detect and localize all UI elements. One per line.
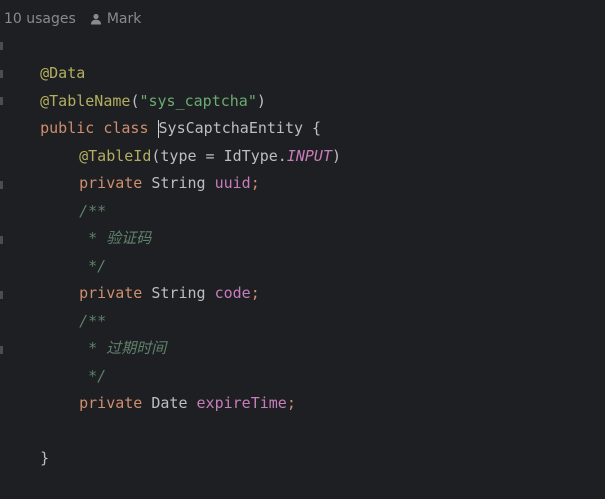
field-expire-time: expireTime (196, 394, 287, 412)
field-code: code (214, 284, 251, 302)
code-line[interactable]: public class SysCaptchaEntity { (4, 88, 321, 138)
code-line[interactable]: private String code; (43, 253, 260, 302)
fold-marker[interactable] (0, 181, 3, 189)
usages-hint[interactable]: 10 usages (4, 11, 76, 27)
fold-marker[interactable] (0, 346, 3, 354)
paren-close: ) (332, 147, 342, 165)
code-vision-hints: 10 usages Mark (4, 9, 141, 29)
fold-marker[interactable] (0, 42, 3, 50)
semicolon: ; (286, 394, 296, 412)
type-string: String (151, 284, 215, 302)
fold-marker[interactable] (0, 291, 3, 299)
field-uuid: uuid (214, 174, 251, 192)
code-line[interactable]: */ (43, 336, 106, 385)
code-line[interactable]: * 过期时间 (43, 308, 166, 357)
type-date: Date (151, 394, 197, 412)
close-brace: } (40, 449, 50, 467)
author-hint[interactable]: Mark (90, 11, 142, 27)
code-line[interactable]: private String uuid; (43, 143, 260, 192)
enum-input: INPUT (286, 147, 332, 165)
code-line[interactable]: /** (43, 281, 106, 330)
code-line[interactable]: @Data (4, 33, 85, 82)
code-line[interactable]: @TableId(type = IdType.INPUT) (43, 116, 341, 165)
code-line[interactable]: * 验证码 (43, 198, 151, 247)
person-icon (90, 13, 101, 25)
code-line[interactable]: */ (43, 226, 106, 275)
doc-comment-text: 验证码 (106, 229, 152, 247)
keyword-private: private (79, 394, 152, 412)
code-line[interactable]: /** (43, 171, 106, 220)
semicolon: ; (250, 284, 260, 302)
fold-marker[interactable] (0, 70, 3, 78)
fold-marker[interactable] (0, 236, 3, 244)
code-editor[interactable]: 10 usages Mark @Data @TableName("sys_cap… (0, 0, 605, 468)
type-string: String (151, 174, 215, 192)
code-line[interactable]: @TableName("sys_captcha") (4, 61, 266, 110)
code-line[interactable]: } (4, 418, 49, 467)
author-name: Mark (106, 11, 142, 27)
code-line[interactable]: private Date expireTime; (43, 363, 296, 412)
semicolon: ; (250, 174, 260, 192)
fold-marker[interactable] (0, 97, 3, 105)
doc-comment-text: 过期时间 (106, 339, 167, 357)
